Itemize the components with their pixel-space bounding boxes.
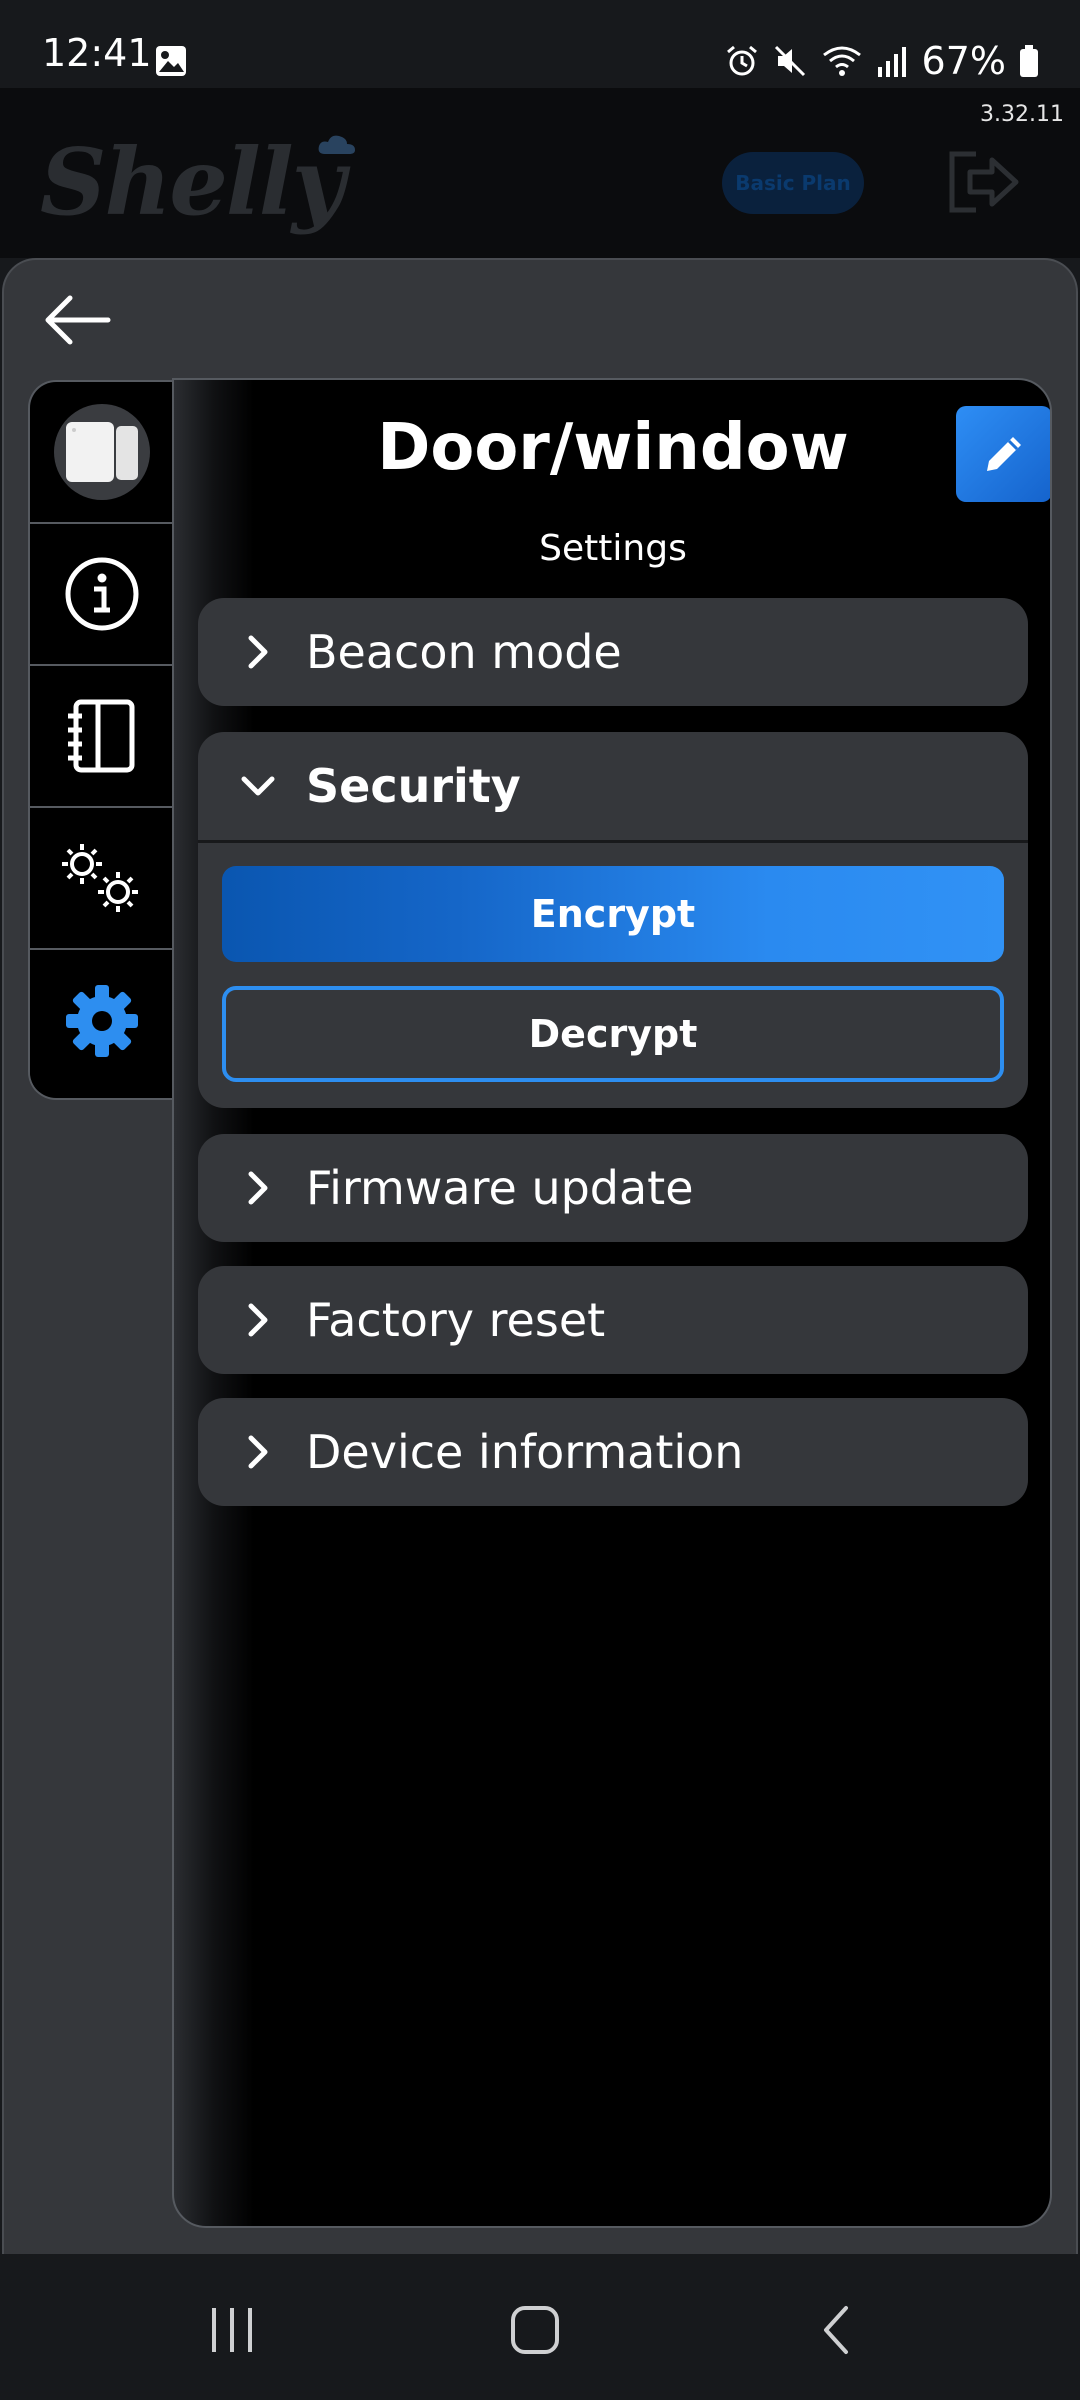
section-beacon-mode[interactable]: Beacon mode — [198, 598, 1028, 706]
device-thumbnail — [54, 404, 150, 500]
signal-icon — [877, 47, 906, 77]
section-firmware-update[interactable]: Firmware update — [198, 1134, 1028, 1242]
cloud-icon — [318, 135, 356, 154]
tab-device-image[interactable] — [30, 382, 174, 524]
wifi-icon — [822, 46, 861, 76]
section-label: Security — [306, 759, 521, 813]
alarm-icon — [726, 45, 757, 76]
shelly-logo: Shelly — [40, 128, 356, 236]
notebook-icon — [68, 699, 135, 773]
app-header: 3.32.11 Shelly Basic Plan — [0, 88, 1080, 258]
chevron-right-icon — [248, 1435, 268, 1469]
gear-icon — [66, 985, 138, 1057]
pencil-icon — [987, 437, 1021, 471]
status-time: 12:41 — [42, 31, 152, 75]
section-label: Device information — [306, 1425, 744, 1479]
tab-settings[interactable] — [30, 950, 174, 1092]
plan-badge[interactable]: Basic Plan — [722, 152, 864, 214]
tab-log[interactable] — [30, 666, 174, 808]
tab-info[interactable] — [30, 524, 174, 666]
settings-content: Door/window Settings Beacon mode Securit… — [172, 378, 1052, 2228]
section-label: Beacon mode — [306, 625, 622, 679]
device-title: Door/window — [377, 411, 849, 485]
back-icon[interactable] — [808, 2300, 868, 2360]
gallery-icon — [156, 46, 186, 76]
section-label: Firmware update — [306, 1161, 694, 1215]
section-device-information[interactable]: Device information — [198, 1398, 1028, 1506]
edit-button[interactable] — [956, 406, 1050, 502]
section-security: Security Encrypt Decrypt — [198, 732, 1028, 1108]
gears-icon — [62, 844, 138, 912]
system-nav-bar — [0, 2254, 1080, 2400]
chevron-right-icon — [248, 635, 268, 669]
logout-icon[interactable] — [946, 150, 1020, 214]
side-tabs — [28, 380, 174, 1100]
decrypt-button[interactable]: Decrypt — [222, 986, 1004, 1082]
security-header[interactable]: Security — [198, 732, 1028, 840]
mute-icon — [774, 45, 805, 77]
section-factory-reset[interactable]: Factory reset — [198, 1266, 1028, 1374]
battery-percent: 67% — [921, 39, 1006, 83]
chevron-down-icon — [241, 776, 275, 796]
info-icon — [65, 557, 139, 631]
encrypt-button[interactable]: Encrypt — [222, 866, 1004, 962]
section-label: Factory reset — [306, 1293, 606, 1347]
battery-icon — [1020, 45, 1038, 77]
recent-apps-icon[interactable] — [202, 2300, 262, 2360]
home-icon[interactable] — [505, 2300, 565, 2360]
status-bar: 12:41 67% — [0, 0, 1080, 88]
settings-subtitle: Settings — [539, 528, 687, 569]
divider — [198, 840, 1028, 843]
chevron-right-icon — [248, 1303, 268, 1337]
chevron-right-icon — [248, 1171, 268, 1205]
back-arrow-icon[interactable] — [40, 290, 112, 350]
app-version: 3.32.11 — [980, 102, 1064, 127]
tab-actions[interactable] — [30, 808, 174, 950]
